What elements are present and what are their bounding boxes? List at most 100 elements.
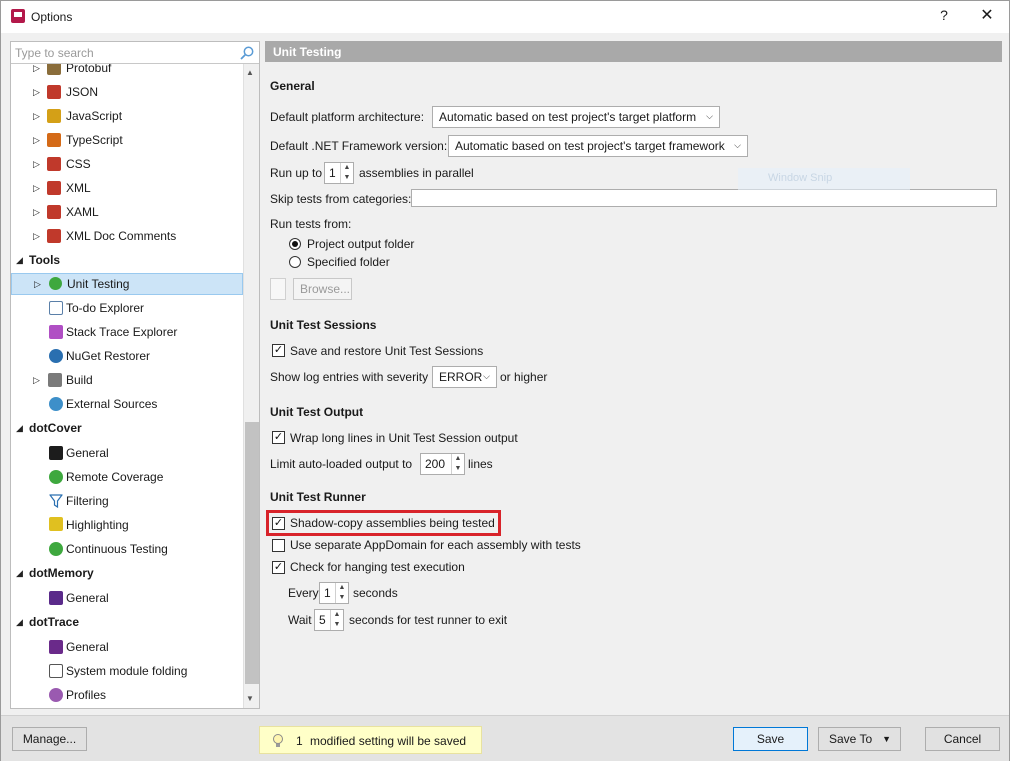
tree-item-system-module-folding[interactable]: System module folding	[11, 660, 243, 682]
tree-item-todo-explorer[interactable]: To-do Explorer	[11, 297, 243, 319]
expand-arrow-icon[interactable]: ▷	[33, 207, 41, 217]
tree-group-dottrace[interactable]: ◢ dotTrace	[11, 611, 243, 633]
tree-item-dotmemory-general[interactable]: General	[11, 587, 243, 609]
output-limit-stepper[interactable]: 200 ▲ ▼	[420, 453, 465, 475]
tree-item-stack-trace-explorer[interactable]: Stack Trace Explorer	[11, 321, 243, 343]
manage-button[interactable]: Manage...	[12, 727, 87, 751]
help-button[interactable]: ?	[937, 7, 951, 23]
tree-item-label: Remote Coverage	[66, 470, 164, 484]
radio-specified-folder-label[interactable]: Specified folder	[307, 255, 390, 269]
tree-item-continuous-testing[interactable]: Continuous Testing	[11, 538, 243, 560]
dropdown-arrow-icon[interactable]: ▼	[882, 728, 891, 750]
tree-item-external-sources[interactable]: External Sources	[11, 393, 243, 415]
search-icon[interactable]	[239, 45, 255, 61]
save-to-button[interactable]: Save To ▼	[818, 727, 901, 751]
tree-item-nuget-restorer[interactable]: NuGet Restorer	[11, 345, 243, 367]
tree-item-highlighting[interactable]: Highlighting	[11, 514, 243, 536]
platform-combo[interactable]: Automatic based on test project's target…	[432, 106, 720, 128]
check-hanging-checkbox[interactable]: ✓	[272, 561, 285, 574]
continuous-testing-icon	[49, 542, 63, 556]
expand-arrow-icon[interactable]: ▷	[33, 231, 41, 241]
expand-arrow-icon[interactable]: ▷	[33, 64, 41, 73]
expand-arrow-icon[interactable]: ▷	[33, 375, 41, 385]
tree-group-tools[interactable]: ◢ Tools	[11, 249, 243, 271]
tree-scrollbar[interactable]: ▲ ▼	[243, 64, 259, 708]
platform-combo-value: Automatic based on test project's target…	[439, 110, 697, 124]
radio-specified-folder[interactable]	[289, 256, 301, 268]
expand-arrow-icon[interactable]: ▷	[33, 135, 41, 145]
tree-group-dotmemory[interactable]: ◢ dotMemory	[11, 562, 243, 584]
skip-categories-input[interactable]	[411, 189, 997, 207]
tree-item-label: JavaScript	[66, 109, 123, 123]
expand-arrow-icon[interactable]: ▷	[33, 159, 41, 169]
css-file-icon	[47, 157, 61, 171]
tree-item-xml[interactable]: ▷ XML	[11, 177, 243, 199]
window-title: Options	[31, 10, 73, 24]
collapse-arrow-icon[interactable]: ◢	[16, 568, 24, 578]
scroll-thumb[interactable]	[245, 422, 259, 684]
footer-bar: Manage... 1 modified setting will be sav…	[1, 715, 1009, 761]
tree-item-unit-testing[interactable]: ▷ Unit Testing	[11, 273, 243, 295]
tree-item-label: General	[66, 640, 109, 654]
scroll-down-icon[interactable]: ▼	[246, 694, 254, 703]
tree-item-build[interactable]: ▷ Build	[11, 369, 243, 391]
tree-item-remote-coverage[interactable]: Remote Coverage	[11, 466, 243, 488]
separate-appdomain-checkbox[interactable]	[272, 539, 285, 552]
runup-prefix-label: Run up to	[270, 166, 323, 180]
tree-item-dottrace-general[interactable]: General	[11, 636, 243, 658]
close-button[interactable]: ✕	[977, 5, 997, 25]
tree-group-label: Tools	[29, 253, 61, 267]
tree-item-filtering[interactable]: Filtering	[11, 490, 243, 512]
collapse-arrow-icon[interactable]: ◢	[16, 255, 24, 265]
log-severity-combo[interactable]: ERROR ⌵	[432, 366, 497, 388]
framework-combo[interactable]: Automatic based on test project's target…	[448, 135, 748, 157]
save-restore-sessions-checkbox[interactable]: ✓	[272, 344, 285, 357]
search-input[interactable]	[15, 44, 237, 62]
save-restore-sessions-label[interactable]: Save and restore Unit Test Sessions	[290, 344, 483, 358]
wait-seconds-stepper[interactable]: 5 ▲ ▼	[314, 609, 344, 631]
tree-item-label: General	[66, 591, 109, 605]
tree-item-label: Stack Trace Explorer	[66, 325, 178, 339]
tree-item-javascript[interactable]: ▷ JavaScript	[11, 105, 243, 127]
collapse-arrow-icon[interactable]: ◢	[16, 617, 24, 627]
wrap-long-lines-label[interactable]: Wrap long lines in Unit Test Session out…	[290, 431, 518, 445]
save-button[interactable]: Save	[733, 727, 808, 751]
expand-arrow-icon[interactable]: ▷	[33, 87, 41, 97]
tree-item-xml-doc-comments[interactable]: ▷ XML Doc Comments	[11, 225, 243, 247]
red-highlight-annotation	[266, 510, 501, 536]
limit-output-suffix: lines	[468, 457, 493, 471]
tree-item-profiles[interactable]: Profiles	[11, 684, 243, 706]
tree-item-dotcover-general[interactable]: General	[11, 442, 243, 464]
expand-arrow-icon[interactable]: ▷	[33, 111, 41, 121]
tree-item-typescript[interactable]: ▷ TypeScript	[11, 129, 243, 151]
expand-arrow-icon[interactable]: ▷	[33, 183, 41, 193]
limit-output-prefix: Limit auto-loaded output to	[270, 457, 413, 471]
wrap-long-lines-checkbox[interactable]: ✓	[272, 431, 285, 444]
tree-item-xaml[interactable]: ▷ XAML	[11, 201, 243, 223]
scroll-up-icon[interactable]: ▲	[246, 68, 254, 77]
spinner-arrows-icon[interactable]: ▲ ▼	[330, 610, 343, 630]
tree-item-protobuf[interactable]: ▷ Protobuf	[11, 64, 243, 79]
tree-item-json[interactable]: ▷ JSON	[11, 81, 243, 103]
radio-project-output[interactable]	[289, 238, 301, 250]
every-seconds-stepper[interactable]: 1 ▲ ▼	[319, 582, 349, 604]
check-hanging-label[interactable]: Check for hanging test execution	[290, 560, 465, 574]
spinner-arrows-icon[interactable]: ▲ ▼	[335, 583, 348, 603]
cancel-button[interactable]: Cancel	[925, 727, 1000, 751]
collapse-arrow-icon[interactable]: ◢	[16, 423, 24, 433]
every-seconds-value: 1	[324, 586, 331, 600]
folder-path-input	[270, 278, 286, 300]
tree-group-dotcover[interactable]: ◢ dotCover	[11, 417, 243, 439]
build-icon	[48, 373, 62, 387]
runup-suffix-label: assemblies in parallel	[359, 166, 474, 180]
window-snip-watermark: Window Snip	[738, 168, 910, 190]
tree-item-label: JSON	[66, 85, 99, 99]
separate-appdomain-label[interactable]: Use separate AppDomain for each assembly…	[290, 538, 581, 552]
expand-arrow-icon[interactable]: ▷	[34, 279, 42, 289]
spinner-arrows-icon[interactable]: ▲ ▼	[451, 454, 464, 474]
log-severity-label: Show log entries with severity	[270, 370, 429, 384]
radio-project-output-label[interactable]: Project output folder	[307, 237, 414, 251]
parallel-assemblies-stepper[interactable]: 1 ▲ ▼	[324, 162, 354, 184]
spinner-arrows-icon[interactable]: ▲ ▼	[340, 163, 353, 183]
tree-item-css[interactable]: ▷ CSS	[11, 153, 243, 175]
